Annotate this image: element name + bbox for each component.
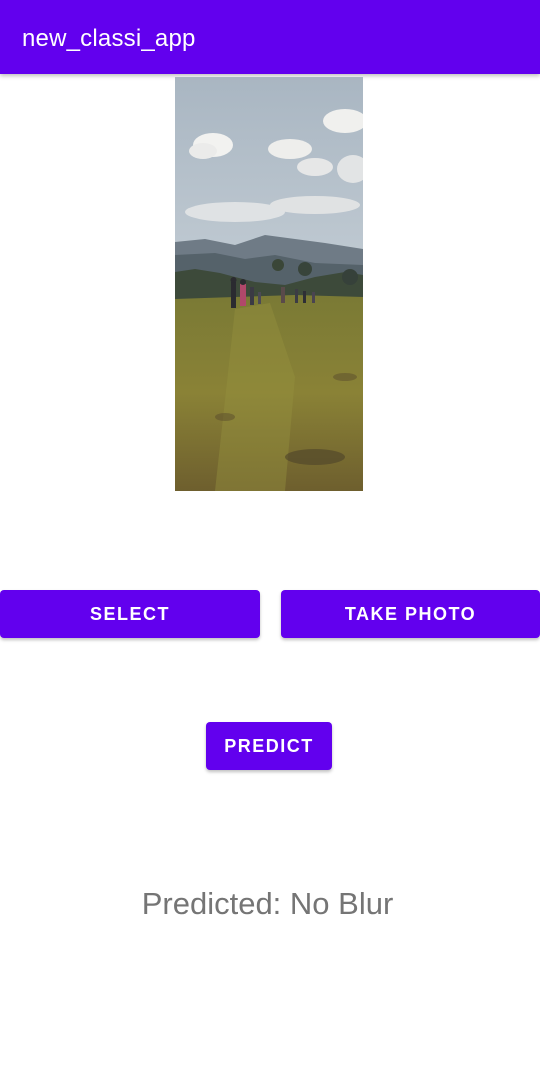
take-photo-button[interactable]: TAKE PHOTO bbox=[281, 590, 540, 638]
landscape-photo-icon bbox=[175, 77, 363, 491]
app-screen: new_classi_app SELECT TAKE PHOTO PREDICT… bbox=[0, 0, 540, 1075]
predict-button[interactable]: PREDICT bbox=[206, 722, 332, 770]
selected-image bbox=[175, 77, 363, 491]
app-title: new_classi_app bbox=[22, 25, 196, 52]
select-button[interactable]: SELECT bbox=[0, 590, 260, 638]
prediction-result: Predicted: No Blur bbox=[141, 886, 394, 921]
app-bar: new_classi_app bbox=[0, 0, 540, 74]
